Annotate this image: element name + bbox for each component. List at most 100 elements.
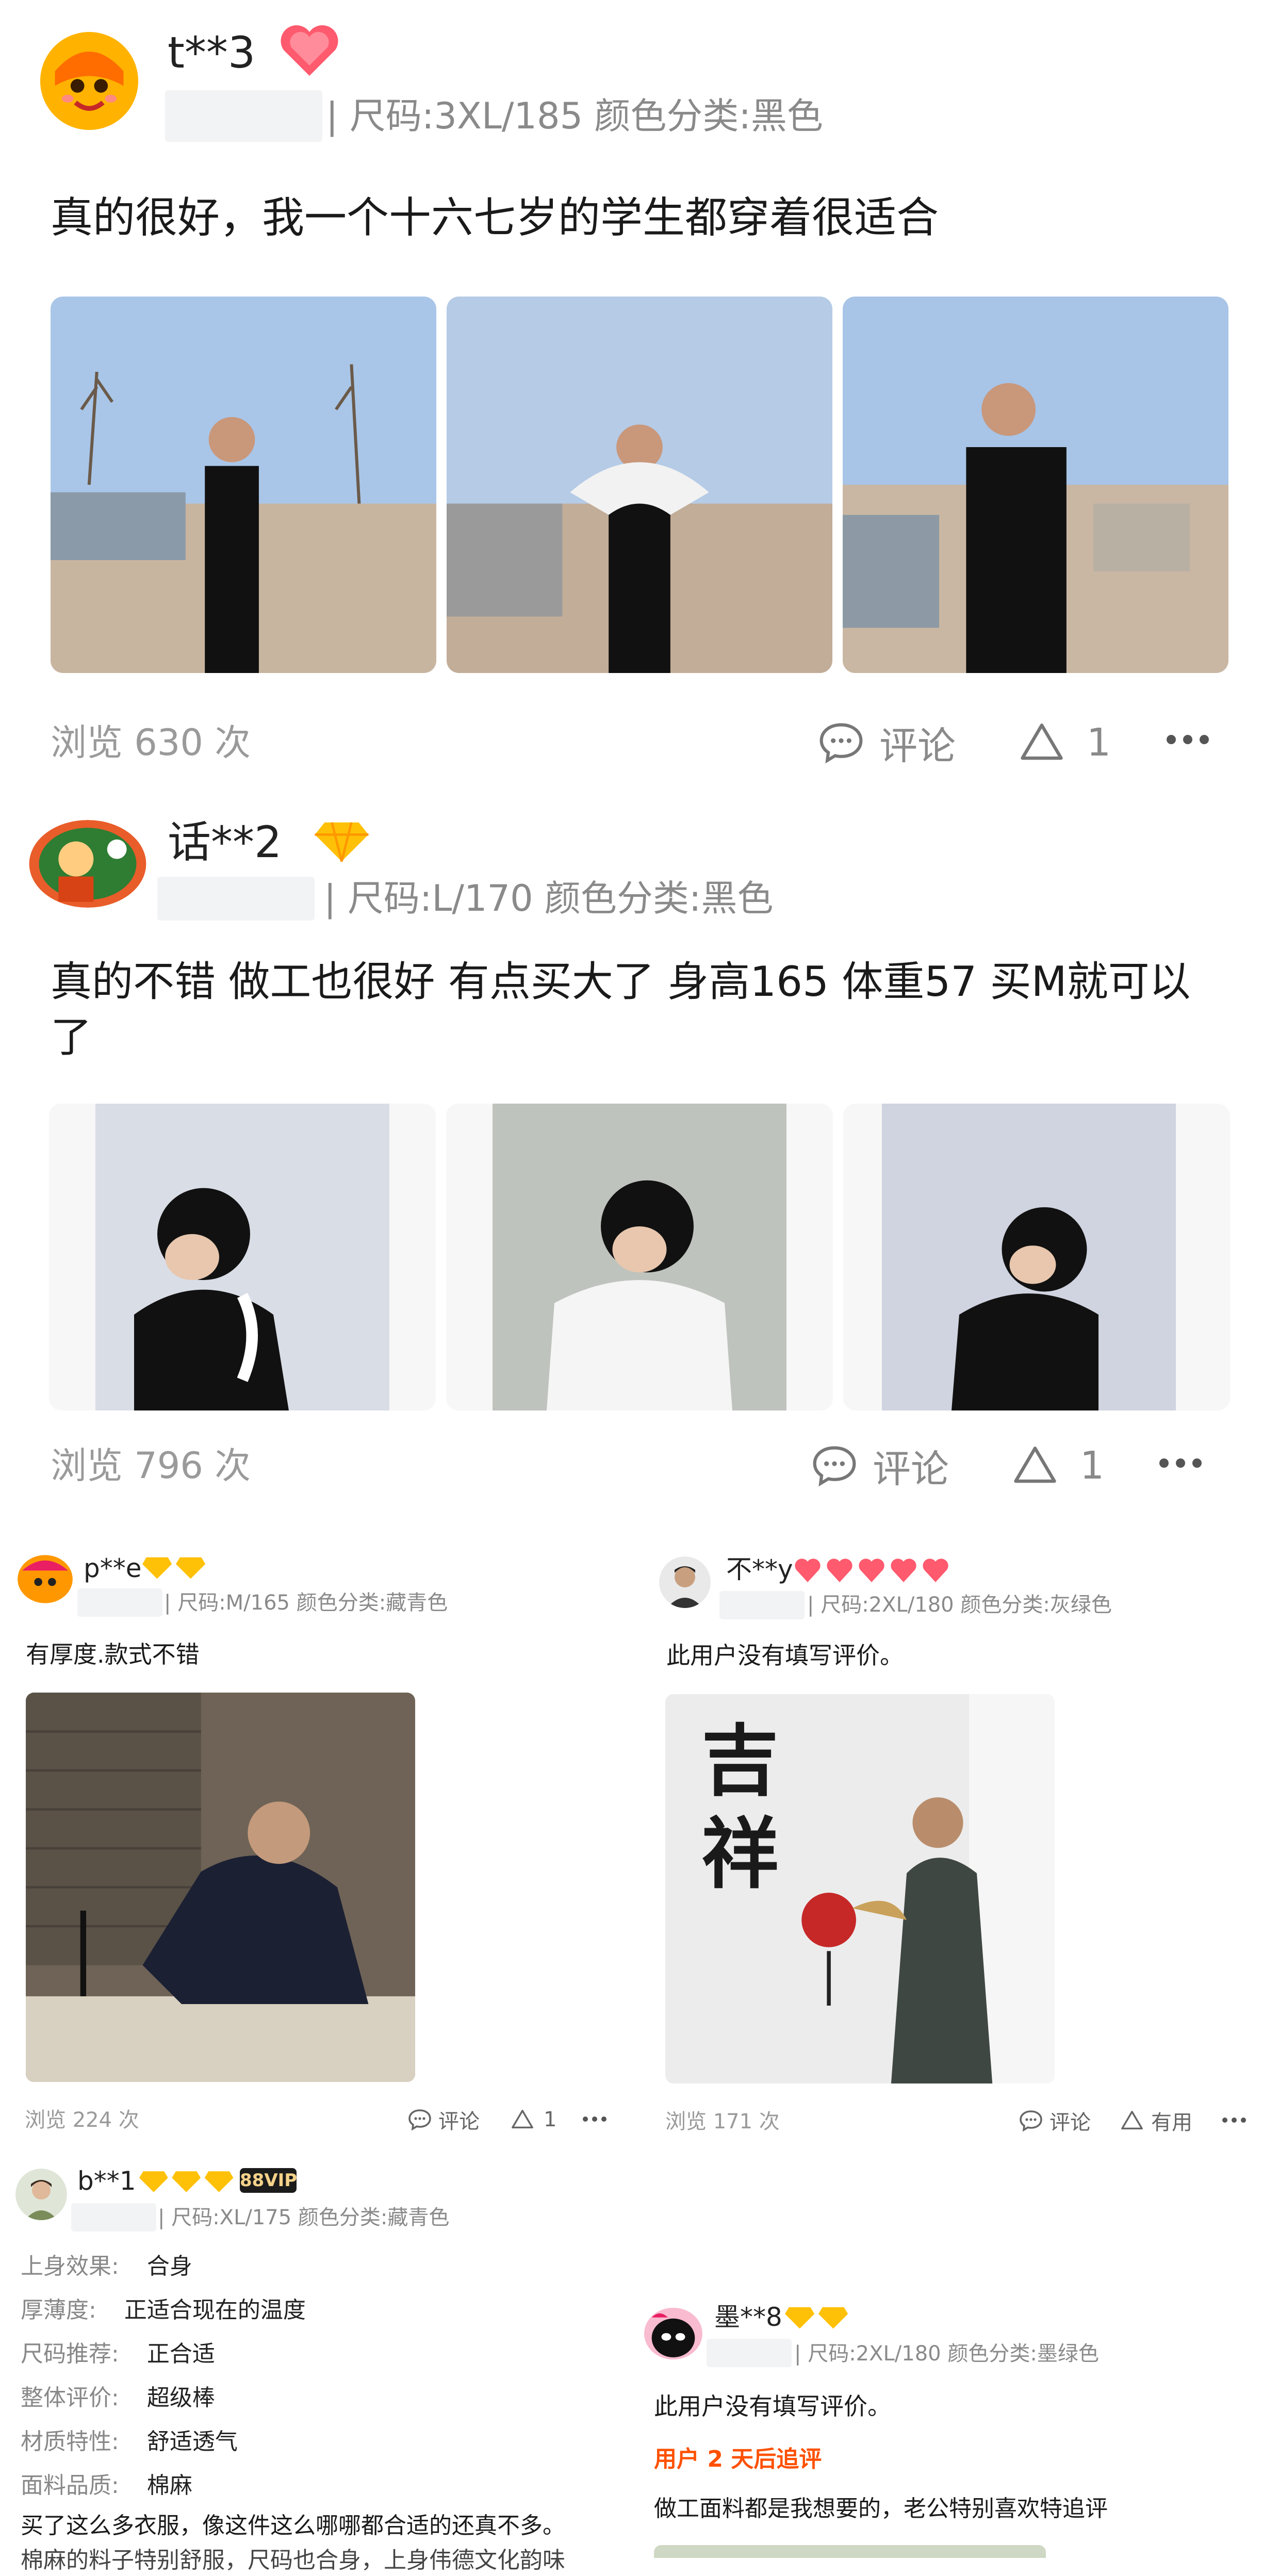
- review-photo-partial[interactable]: [654, 2545, 1046, 2558]
- attribute-row: 上身效果: 合身: [21, 2251, 192, 2282]
- attribute-value: 合身: [146, 2253, 192, 2279]
- review-text: 有厚度.款式不错: [26, 1640, 200, 1668]
- hidden-date: [707, 2339, 792, 2367]
- username: b**1: [77, 2166, 136, 2196]
- view-count: 浏览 171 次: [665, 2110, 780, 2134]
- like-button[interactable]: 1: [1019, 717, 1111, 768]
- attribute-label: 面料品质:: [21, 2472, 119, 2499]
- review-photo[interactable]: [843, 1104, 1230, 1410]
- review-photo[interactable]: [26, 1693, 415, 2082]
- sku-info: | 尺码:M/165 颜色分类:藏青色: [164, 1591, 448, 1615]
- attribute-row: 厚薄度: 正适合现在的温度: [21, 2295, 306, 2326]
- diamond-level-icon: [139, 2167, 237, 2196]
- comment-icon: [819, 723, 863, 764]
- comment-label: 评论: [438, 2110, 480, 2134]
- attribute-row: 整体评价: 超级棒: [21, 2383, 215, 2414]
- view-count: 浏览 796 次: [51, 1445, 251, 1487]
- username: 不**y: [726, 1554, 793, 1584]
- sku-info: | 尺码:2XL/180 颜色分类:灰绿色: [807, 1593, 1112, 1617]
- attribute-label: 厚薄度:: [21, 2297, 96, 2323]
- like-count: 1: [544, 2108, 557, 2131]
- attribute-value: 正合适: [146, 2341, 215, 2367]
- sku-info: | 尺码:2XL/180 颜色分类:墨绿色: [794, 2342, 1099, 2366]
- review-photo[interactable]: [446, 1104, 833, 1410]
- like-button[interactable]: 1: [511, 2105, 556, 2134]
- hidden-date: [77, 1588, 162, 1617]
- poster-text: 吉祥: [701, 1716, 779, 1899]
- followup-text: 做工面料都是我想要的，老公特别喜欢特追评: [654, 2496, 1108, 2522]
- vip-badge-label: 88VIP: [240, 2170, 298, 2191]
- followup-label: 用户 2 天后追评: [654, 2446, 822, 2472]
- sku-info: | 尺码:3XL/185 颜色分类:黑色: [326, 95, 823, 137]
- heart-level-icon: [276, 22, 343, 80]
- more-icon[interactable]: [1167, 735, 1209, 744]
- comment-label: 评论: [879, 724, 956, 768]
- thumb-up-icon: [1014, 1447, 1056, 1483]
- comment-button[interactable]: 评论: [811, 1440, 949, 1491]
- avatar[interactable]: [15, 1553, 75, 1605]
- review-text: 买了这么多衣服，像这件这么哪哪都合适的还真不多。: [21, 2513, 565, 2539]
- like-count: 1: [1080, 1443, 1105, 1488]
- avatar[interactable]: [40, 32, 138, 130]
- review-text-continued: 棉麻的料子特别舒服，尺码也合身，上身伟德文化韵味: [21, 2547, 565, 2573]
- attribute-row: 面料品质: 棉麻: [21, 2470, 192, 2501]
- view-count: 浏览 630 次: [51, 721, 251, 764]
- attribute-value: 棉麻: [146, 2472, 192, 2499]
- hidden-date: [719, 1591, 805, 1619]
- review-photo[interactable]: [49, 1104, 436, 1410]
- comment-icon: [1020, 2110, 1042, 2132]
- sku-info: | 尺码:XL/175 颜色分类:藏青色: [158, 2206, 450, 2229]
- comment-button[interactable]: 评论: [817, 717, 956, 768]
- attribute-row: 材质特性: 舒适透气: [21, 2426, 238, 2457]
- diamond-level-icon: [785, 2303, 852, 2332]
- attribute-value: 舒适透气: [146, 2429, 238, 2455]
- avatar[interactable]: [15, 2169, 67, 2220]
- avatar[interactable]: [28, 820, 147, 908]
- thumb-up-icon: [1021, 724, 1063, 760]
- heart-level-icon: [793, 1554, 953, 1586]
- username: 墨**8: [714, 2302, 782, 2332]
- comment-icon: [408, 2109, 431, 2131]
- review-photo[interactable]: [447, 297, 832, 673]
- attribute-row: 尺码推荐: 正合适: [21, 2339, 215, 2370]
- attribute-label: 尺码推荐:: [21, 2341, 119, 2367]
- diamond-level-icon: [312, 820, 371, 866]
- view-count: 浏览 224 次: [25, 2108, 139, 2132]
- diamond-level-icon: [142, 1553, 209, 1582]
- attribute-label: 整体评价:: [21, 2385, 119, 2411]
- attribute-label: 材质特性:: [21, 2429, 119, 2455]
- thumb-up-icon: [512, 2110, 533, 2129]
- review-text: 此用户没有填写评价。: [666, 1642, 904, 1669]
- attribute-value: 正适合现在的温度: [124, 2297, 306, 2323]
- attribute-label: 上身效果:: [21, 2253, 119, 2279]
- comment-button[interactable]: 评论: [407, 2105, 480, 2134]
- thumb-up-icon: [1121, 2111, 1143, 2130]
- attribute-value: 超级棒: [146, 2385, 215, 2411]
- username: p**e: [84, 1553, 142, 1583]
- hidden-date: [165, 90, 322, 142]
- comment-icon: [813, 1446, 856, 1487]
- review-text: 此用户没有填写评价。: [654, 2392, 891, 2420]
- review-photo[interactable]: [51, 297, 436, 673]
- review-photo[interactable]: [843, 297, 1228, 673]
- like-count: 1: [1087, 720, 1111, 765]
- review-text: 真的很好，我一个十六七岁的学生都穿着很适合: [51, 193, 939, 242]
- review-photo[interactable]: 吉祥: [665, 1694, 1055, 2083]
- more-icon[interactable]: [1159, 1458, 1202, 1468]
- vip-badge: 88VIP: [240, 2168, 297, 2193]
- more-icon[interactable]: [1222, 2118, 1246, 2123]
- useful-button[interactable]: 有用: [1120, 2106, 1192, 2135]
- avatar[interactable]: [659, 1556, 711, 1608]
- username: 话**2: [168, 817, 282, 867]
- avatar[interactable]: [644, 2305, 703, 2362]
- comment-label: 评论: [1050, 2111, 1091, 2135]
- comment-button[interactable]: 评论: [1019, 2106, 1091, 2135]
- more-icon[interactable]: [583, 2116, 606, 2122]
- like-button[interactable]: 1: [1012, 1440, 1104, 1491]
- useful-label: 有用: [1151, 2111, 1192, 2135]
- hidden-date: [157, 877, 315, 921]
- comment-label: 评论: [873, 1447, 949, 1491]
- sku-info: | 尺码:L/170 颜色分类:黑色: [324, 877, 774, 920]
- review-text: 真的不错 做工也很好 有点买大了 身高165 体重57 买M就可以了: [51, 958, 1191, 1061]
- hidden-date: [71, 2203, 156, 2232]
